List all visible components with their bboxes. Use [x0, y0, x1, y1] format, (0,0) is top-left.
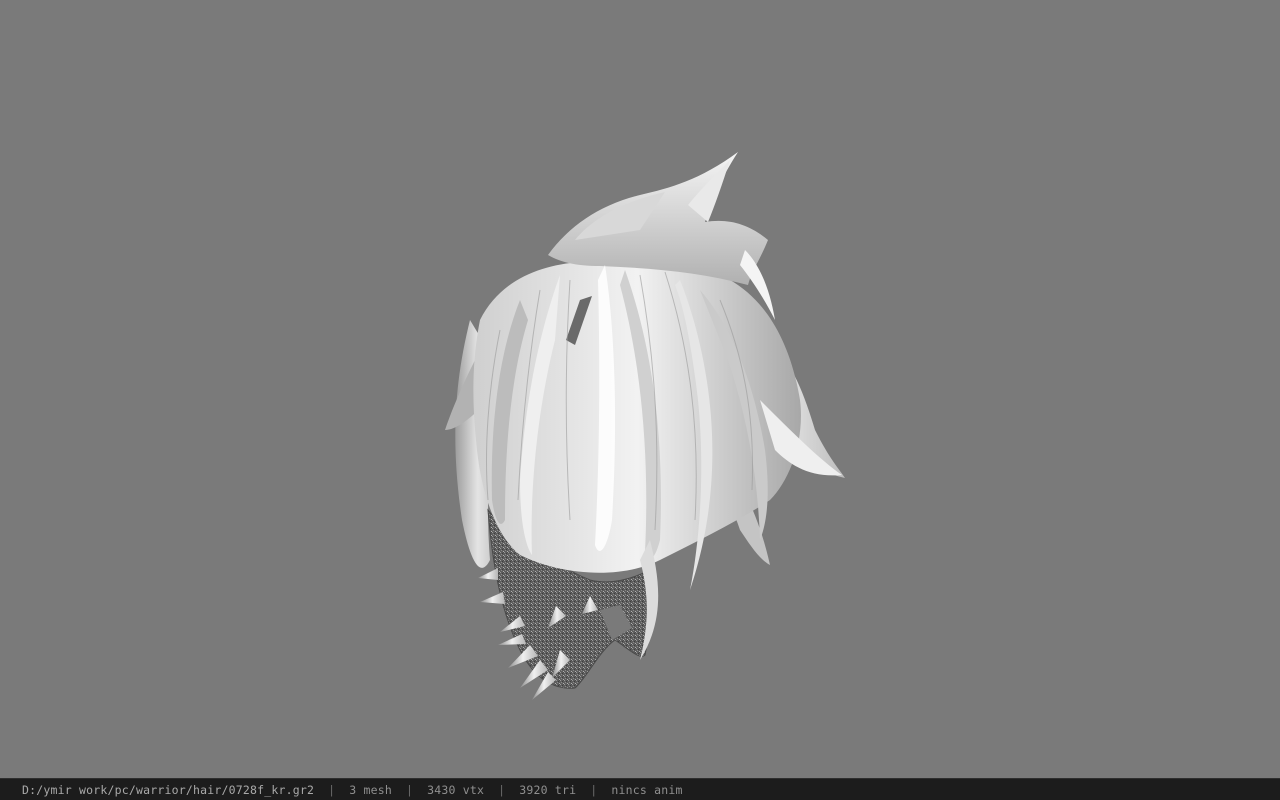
mesh-count: 3 mesh	[349, 782, 392, 797]
separator: |	[328, 782, 336, 797]
3d-viewport[interactable]	[0, 0, 1280, 778]
file-path: D:/ymir work/pc/warrior/hair/0728f_kr.gr…	[22, 782, 315, 797]
animation-status: nincs anim	[611, 782, 683, 797]
status-bar: D:/ymir work/pc/warrior/hair/0728f_kr.gr…	[0, 778, 1280, 800]
separator: |	[405, 782, 414, 797]
triangle-count: 3920 tri	[519, 782, 577, 797]
separator: |	[590, 782, 598, 797]
separator: |	[498, 782, 506, 797]
vertex-count: 3430 vtx	[427, 782, 485, 797]
hair-model[interactable]	[0, 0, 1280, 778]
